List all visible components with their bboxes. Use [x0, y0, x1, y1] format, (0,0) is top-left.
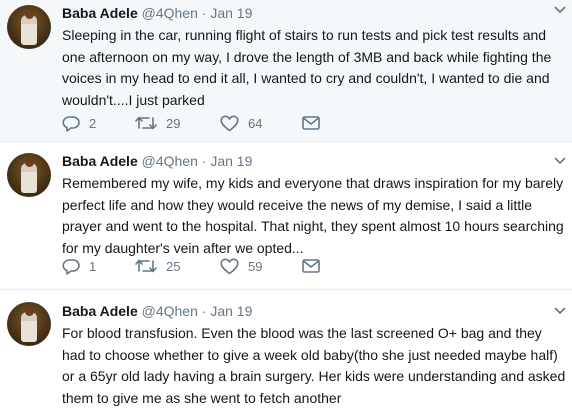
tweet-content: Baba Adele @4Qhen · Jan 19 For blood tra… [62, 302, 562, 409]
chevron-down-icon[interactable] [554, 307, 566, 315]
reply-icon [62, 115, 80, 132]
like-count: 59 [248, 259, 262, 274]
tweet-text-line: Remembered my wife, my kids and everyone… [62, 173, 567, 195]
avatar[interactable] [7, 5, 51, 49]
avatar-head [25, 158, 34, 167]
tweet-content: Baba Adele @4Qhen · Jan 19 Remembered my… [62, 152, 562, 259]
tweet-actions: 2 29 64 [62, 113, 362, 133]
reply-button[interactable]: 1 [62, 256, 96, 276]
direct-message-button[interactable] [302, 113, 320, 133]
tweet-text-line: voices in my head to end it all, I wante… [62, 68, 567, 90]
reply-button[interactable]: 2 [62, 113, 96, 133]
like-button[interactable]: 64 [220, 113, 262, 133]
tweet-date[interactable]: Jan 19 [210, 303, 252, 319]
avatar[interactable] [7, 153, 51, 197]
like-button[interactable]: 59 [220, 256, 262, 276]
avatar-head [25, 307, 34, 316]
tweet[interactable]: Baba Adele @4Qhen · Jan 19 Sleeping in t… [0, 0, 572, 142]
retweet-button[interactable]: 29 [135, 113, 180, 133]
author-name[interactable]: Baba Adele [62, 153, 138, 169]
tweet-text: Remembered my wife, my kids and everyone… [62, 173, 567, 259]
tweet-text-line: perfect life and how they would receive … [62, 195, 567, 217]
retweet-count: 25 [166, 259, 180, 274]
separator-dot: · [202, 153, 207, 169]
tweet-header: Baba Adele @4Qhen · Jan 19 [62, 4, 562, 22]
author-name[interactable]: Baba Adele [62, 303, 138, 319]
author-handle[interactable]: @4Qhen [142, 5, 198, 21]
avatar-figure [21, 163, 37, 193]
like-icon [220, 115, 239, 132]
retweet-button[interactable]: 25 [135, 256, 180, 276]
avatar[interactable] [7, 302, 51, 346]
tweet-text-line: For blood transfusion. Even the blood wa… [62, 323, 567, 345]
tweet-content: Baba Adele @4Qhen · Jan 19 Sleeping in t… [62, 4, 562, 111]
author-handle[interactable]: @4Qhen [142, 303, 198, 319]
tweet-text: Sleeping in the car, running flight of s… [62, 25, 567, 111]
like-icon [220, 258, 239, 275]
reply-icon [62, 258, 80, 275]
tweet-date[interactable]: Jan 19 [210, 153, 252, 169]
tweet-header: Baba Adele @4Qhen · Jan 19 [62, 302, 562, 320]
tweet[interactable]: Baba Adele @4Qhen · Jan 19 Remembered my… [0, 142, 572, 290]
tweet-actions: 1 25 59 [62, 256, 362, 276]
tweet-thread: Baba Adele @4Qhen · Jan 19 Sleeping in t… [0, 0, 572, 402]
retweet-icon [135, 115, 157, 131]
tweet-date[interactable]: Jan 19 [210, 5, 252, 21]
tweet-text-line: one afternoon on my way, I drove the len… [62, 47, 567, 69]
tweet-text-line: had to choose whether to give a week old… [62, 345, 567, 367]
separator-dot: · [202, 303, 207, 319]
tweet-text-line: prayer and went to the hospital. That ni… [62, 216, 567, 238]
tweet[interactable]: Baba Adele @4Qhen · Jan 19 For blood tra… [0, 290, 572, 402]
tweet-text-line: wouldn't....I just parked [62, 90, 567, 112]
direct-message-icon [302, 259, 320, 273]
like-count: 64 [248, 116, 262, 131]
separator-dot: · [202, 5, 207, 21]
chevron-down-icon[interactable] [554, 157, 566, 165]
author-handle[interactable]: @4Qhen [142, 153, 198, 169]
retweet-count: 29 [166, 116, 180, 131]
tweet-text-line: them to give me as she went to fetch ano… [62, 388, 567, 409]
avatar-figure [21, 15, 37, 45]
author-name[interactable]: Baba Adele [62, 5, 138, 21]
retweet-icon [135, 258, 157, 274]
tweet-text-line: Sleeping in the car, running flight of s… [62, 25, 567, 47]
tweet-text: For blood transfusion. Even the blood wa… [62, 323, 567, 409]
direct-message-button[interactable] [302, 256, 320, 276]
reply-count: 1 [89, 259, 96, 274]
chevron-down-icon[interactable] [554, 6, 566, 14]
reply-count: 2 [89, 116, 96, 131]
direct-message-icon [302, 116, 320, 130]
avatar-figure [21, 312, 37, 342]
avatar-head [25, 10, 34, 19]
tweet-header: Baba Adele @4Qhen · Jan 19 [62, 152, 562, 170]
tweet-text-line: or a 65yr old lady having a brain surger… [62, 366, 567, 388]
